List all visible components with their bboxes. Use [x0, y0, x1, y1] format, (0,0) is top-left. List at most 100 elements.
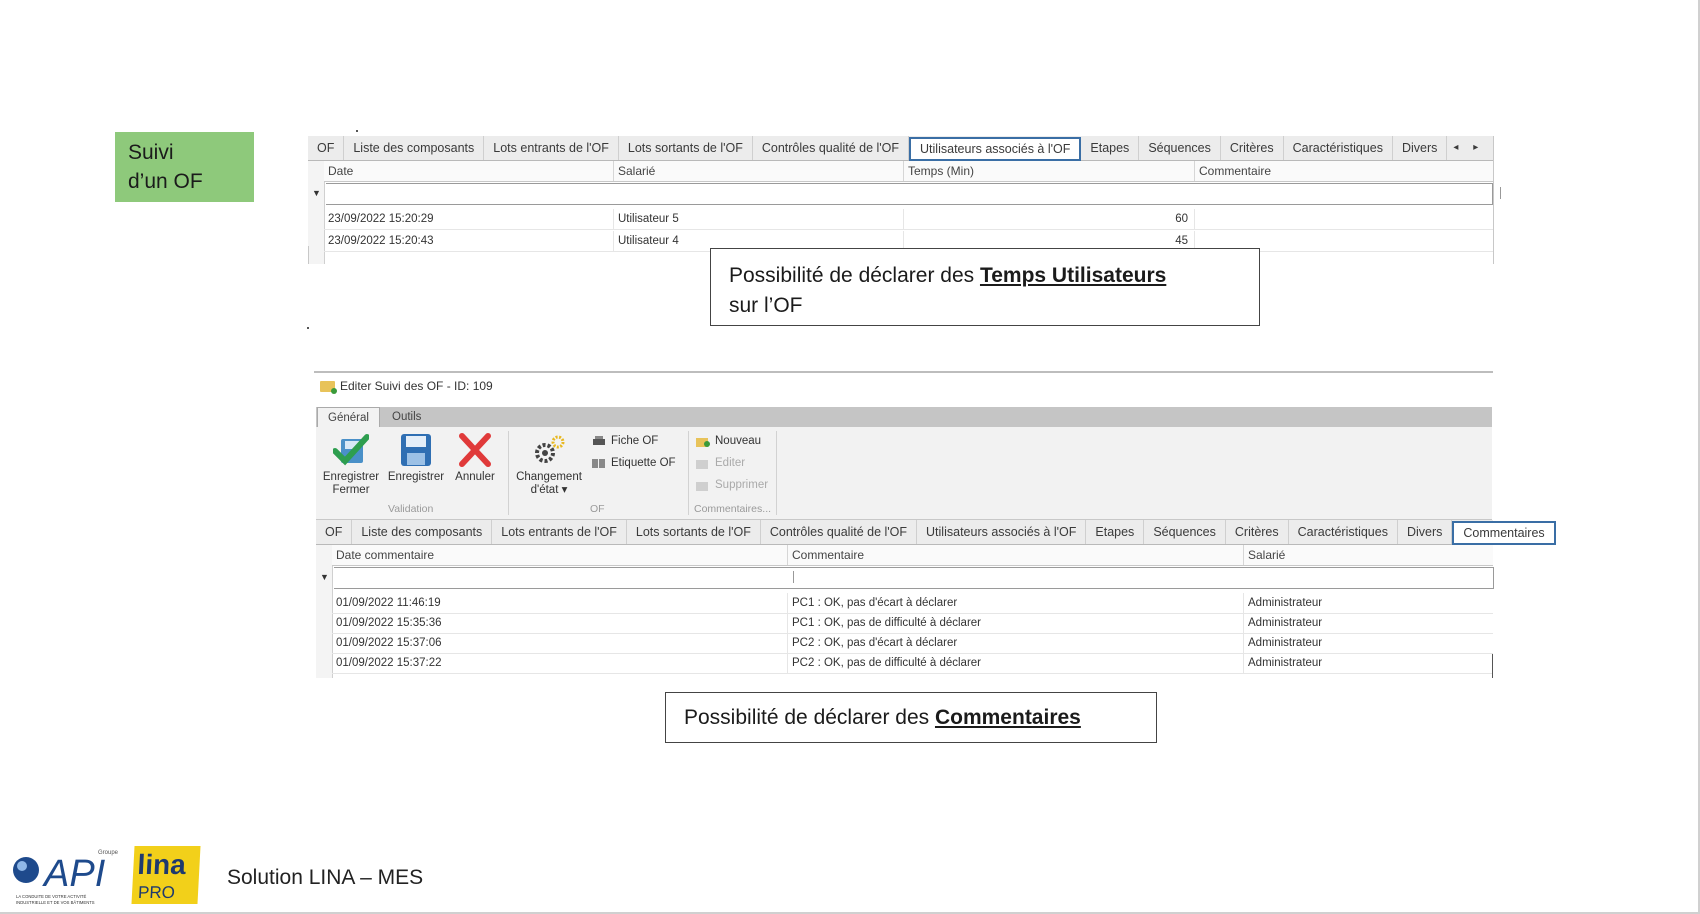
tab-utilisateurs-associ-s-l-of[interactable]: Utilisateurs associés à l'OF [917, 520, 1087, 544]
row-header-column [316, 545, 333, 678]
tab-liste-des-composants[interactable]: Liste des composants [344, 136, 485, 160]
tab-etapes[interactable]: Etapes [1081, 136, 1140, 160]
ribbon-tab-outils[interactable]: Outils [382, 407, 431, 427]
etiquette-of-label: Etiquette OF [611, 457, 676, 469]
table-row[interactable]: 01/09/2022 15:37:06 PC2 : OK, pas d'écart… [332, 633, 1493, 654]
save-button[interactable]: Enregistrer [386, 433, 446, 484]
callout-temps-utilisateurs: Possibilité de déclarer des Temps Utilis… [710, 248, 1260, 326]
cell-commentaire: PC1 : OK, pas d'écart à déclarer [788, 593, 1244, 613]
group-separator [776, 431, 777, 515]
group-label-validation: Validation [388, 503, 434, 515]
cell-date: 23/09/2022 15:20:29 [324, 209, 614, 229]
group-separator [688, 431, 689, 515]
etiquette-of-button[interactable]: Etiquette OF [592, 457, 676, 469]
table-row[interactable]: 23/09/2022 15:20:29 Utilisateur 5 60 [324, 209, 1494, 230]
tab-s-quences[interactable]: Séquences [1144, 520, 1226, 544]
svg-text:INDUSTRIELLE ET DE VOS BÂTIMEN: INDUSTRIELLE ET DE VOS BÂTIMENTS [16, 900, 95, 905]
tab-of[interactable]: OF [316, 520, 353, 544]
cell-date: 01/09/2022 15:35:36 [332, 613, 788, 633]
tab-scroll-arrows[interactable]: ◂ ▸ [1447, 136, 1490, 160]
new-comment-button[interactable]: Nouveau [696, 435, 761, 447]
delete-icon [696, 481, 708, 491]
tab-lots-sortants-de-l-of[interactable]: Lots sortants de l'OF [619, 136, 753, 160]
edit-comment-button[interactable]: Editer [696, 457, 745, 469]
tab-caract-ristiques[interactable]: Caractéristiques [1289, 520, 1398, 544]
cell-date: 01/09/2022 11:46:19 [332, 593, 788, 613]
filter-icon[interactable]: ▼ [320, 572, 329, 582]
tab-liste-des-composants[interactable]: Liste des composants [352, 520, 493, 544]
tab-crit-res[interactable]: Critères [1221, 136, 1284, 160]
tab-contr-les-qualit-de-l-of[interactable]: Contrôles qualité de l'OF [761, 520, 918, 544]
tab-commentaires[interactable]: Commentaires [1452, 521, 1556, 545]
ribbon: Enregistrer Fermer Enregistrer Annuler V… [316, 427, 1492, 520]
col-header-date[interactable]: Date [324, 161, 614, 181]
col-header-commentaire[interactable]: Commentaire [1195, 161, 1494, 181]
edit-window-title: Editer Suivi des OF - ID: 109 [320, 379, 493, 394]
floppy-disk-icon [401, 434, 431, 466]
save-close-button[interactable]: Enregistrer Fermer [320, 433, 382, 497]
users-grid-header: Date Salarié Temps (Min) Commentaire [324, 161, 1494, 182]
barcode-icon [592, 458, 605, 468]
tab-lots-entrants-de-l-of[interactable]: Lots entrants de l'OF [484, 136, 619, 160]
table-row[interactable]: 01/09/2022 11:46:19 PC1 : OK, pas d'écart… [332, 593, 1493, 614]
delete-comment-button[interactable]: Supprimer [696, 479, 768, 491]
save-close-label-1: Enregistrer [322, 471, 380, 483]
gear-icon [535, 435, 565, 463]
callout-1-text: Possibilité de déclarer des [729, 264, 980, 287]
col-header-salarie[interactable]: Salarié [1244, 545, 1493, 565]
change-state-label-2: d'état ▾ [530, 484, 568, 496]
section-label-line1: Suivi [128, 141, 174, 164]
filter-icon[interactable]: ▼ [312, 188, 321, 198]
cell-commentaire: PC2 : OK, pas d'écart à déclarer [788, 633, 1244, 653]
table-row[interactable]: 01/09/2022 15:37:22 PC2 : OK, pas de diff… [332, 653, 1493, 674]
ribbon-tab-general[interactable]: Général [317, 407, 380, 428]
close-icon [459, 433, 491, 467]
tab-etapes[interactable]: Etapes [1086, 520, 1145, 544]
api-logo-image: API Groupe LA CONDUITE DE VOTRE ACTIVITÉ… [13, 850, 119, 905]
filter-caret [1500, 187, 1501, 199]
tab-caract-ristiques[interactable]: Caractéristiques [1284, 136, 1393, 160]
col-header-commentaire[interactable]: Commentaire [788, 545, 1244, 565]
fiche-of-button[interactable]: Fiche OF [592, 435, 658, 447]
callout-1-text-after: sur l’OF [729, 294, 803, 317]
cell-salarie: Utilisateur 5 [614, 209, 904, 229]
tab-of[interactable]: OF [308, 136, 345, 160]
callout-2-text: Possibilité de déclarer des [684, 706, 935, 729]
cancel-label: Annuler [455, 471, 495, 483]
cancel-button[interactable]: Annuler [450, 433, 500, 484]
tab-utilisateurs-associ-s-l-of[interactable]: Utilisateurs associés à l'OF [909, 137, 1082, 161]
tab-divers[interactable]: Divers [1398, 520, 1453, 544]
group-label-of: OF [590, 503, 605, 515]
filter-caret [793, 571, 794, 583]
comments-grid-panel: OF Liste des composants Lots entrants de l… [316, 520, 1556, 678]
table-row[interactable]: 01/09/2022 15:35:36 PC1 : OK, pas de diff… [332, 613, 1493, 634]
panel-right-edge [1493, 136, 1494, 264]
col-header-temps[interactable]: Temps (Min) [904, 161, 1195, 181]
group-label-commentaires: Commentaires... [694, 503, 772, 515]
comments-filter-row[interactable] [334, 567, 1494, 589]
section-label-line2: d’un OF [128, 170, 203, 193]
cell-date: 23/09/2022 15:20:43 [324, 231, 614, 251]
tab-lots-sortants-de-l-of[interactable]: Lots sortants de l'OF [627, 520, 761, 544]
users-filter-row[interactable] [326, 183, 1493, 205]
api-logo: API Groupe LA CONDUITE DE VOTRE ACTIVITÉ… [12, 848, 122, 913]
callout-2-emphasis: Commentaires [934, 706, 1081, 729]
section-label: Suivi d’un OF [115, 132, 254, 202]
panel-right-edge [1492, 654, 1493, 678]
tab-lots-entrants-de-l-of[interactable]: Lots entrants de l'OF [492, 520, 627, 544]
tab-s-quences[interactable]: Séquences [1139, 136, 1221, 160]
save-label: Enregistrer [387, 471, 445, 483]
callout-1-emphasis: Temps Utilisateurs [979, 264, 1167, 287]
delete-label: Supprimer [715, 479, 769, 491]
save-close-icon [332, 434, 370, 466]
new-folder-icon [696, 437, 710, 447]
tab-contr-les-qualit-de-l-of[interactable]: Contrôles qualité de l'OF [753, 136, 910, 160]
col-header-salarie[interactable]: Salarié [614, 161, 904, 181]
edit-window-title-text: Editer Suivi des OF - ID: 109 [340, 379, 493, 393]
change-state-button[interactable]: Changement d'état ▾ [513, 433, 585, 497]
tab-divers[interactable]: Divers [1393, 136, 1448, 160]
cell-salarie: Administrateur [1248, 637, 1323, 649]
tab-crit-res[interactable]: Critères [1226, 520, 1289, 544]
col-header-date-commentaire[interactable]: Date commentaire [332, 545, 788, 565]
svg-text:PRO: PRO [138, 883, 176, 902]
